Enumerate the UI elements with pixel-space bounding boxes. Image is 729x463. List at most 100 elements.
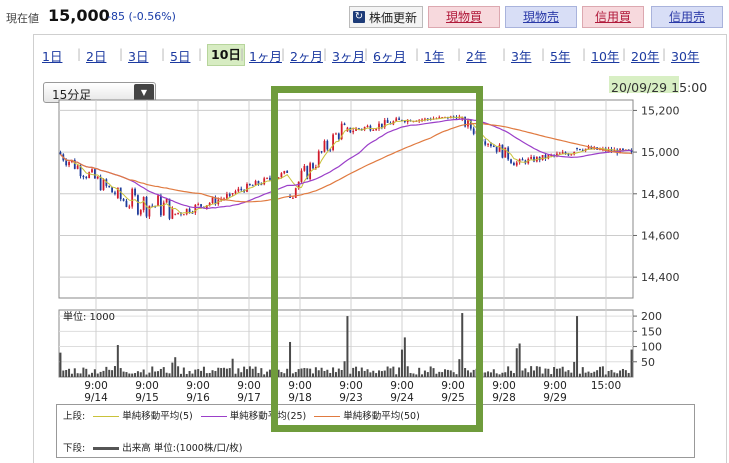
- volume-bar: [553, 367, 556, 377]
- volume-bar: [507, 366, 510, 377]
- volume-bar: [627, 372, 630, 377]
- candle-body: [65, 160, 68, 166]
- price-tick-label: 15,200: [641, 104, 680, 117]
- volume-tick-label: 100: [641, 341, 662, 354]
- candle-body: [82, 176, 85, 178]
- candle-body: [266, 177, 268, 179]
- volume-bar: [131, 373, 134, 377]
- volume-bar: [79, 373, 82, 377]
- volume-bar: [91, 372, 94, 377]
- price-tick-label: 14,800: [641, 188, 680, 201]
- volume-bar: [567, 370, 570, 377]
- volume-bar: [578, 373, 581, 377]
- volume-bar: [489, 372, 492, 377]
- volume-bar: [108, 369, 111, 377]
- candle-body: [246, 183, 248, 192]
- candle-body: [108, 185, 111, 188]
- candle-body: [88, 172, 91, 178]
- candle-body: [125, 200, 128, 207]
- candle-body: [225, 194, 228, 199]
- x-tick-date: 9/29: [543, 392, 567, 404]
- candle-body: [561, 152, 564, 154]
- volume-bar: [217, 367, 220, 377]
- volume-bar: [174, 357, 177, 377]
- x-tick-date: 9/15: [135, 392, 159, 404]
- price-tick-label: 15,000: [641, 146, 680, 159]
- volume-bar: [179, 373, 182, 377]
- volume-bar: [257, 372, 260, 377]
- candle-body: [68, 161, 70, 166]
- volume-bar: [220, 368, 223, 377]
- candle-body: [228, 194, 231, 196]
- volume-bar: [601, 366, 604, 377]
- volume-bar: [159, 368, 162, 377]
- candle-body: [579, 148, 581, 151]
- volume-bar: [487, 371, 490, 377]
- volume-bar: [544, 368, 547, 377]
- volume-bar: [254, 366, 257, 377]
- x-tick-date: 9/28: [492, 392, 516, 404]
- volume-bar: [93, 369, 96, 377]
- volume-bar: [76, 373, 79, 377]
- volume-bar: [498, 374, 501, 377]
- candle-body: [168, 198, 171, 219]
- x-tick-date: 9/17: [237, 392, 261, 404]
- candle-body: [510, 159, 512, 163]
- legend-ma5: 単純移動平均(5): [122, 411, 193, 422]
- volume-bar: [142, 369, 145, 377]
- candle-body: [119, 187, 122, 200]
- candle-body: [521, 159, 524, 161]
- candle-body: [576, 147, 578, 149]
- volume-bar: [62, 370, 65, 377]
- volume-bar: [484, 372, 487, 377]
- candle-body: [211, 197, 214, 204]
- volume-bar: [555, 368, 558, 377]
- candle-body: [111, 187, 113, 193]
- volume-bar: [584, 372, 587, 377]
- volume-bar: [621, 368, 624, 377]
- candle-body: [570, 154, 573, 156]
- volume-bar: [205, 373, 208, 377]
- candle-body: [501, 144, 504, 158]
- volume-bar: [604, 374, 607, 377]
- volume-bar: [573, 361, 576, 377]
- volume-bar: [581, 367, 584, 377]
- candle-body: [177, 212, 180, 214]
- candle-body: [541, 155, 544, 160]
- volume-bar: [547, 368, 550, 377]
- volume-bar: [82, 367, 85, 377]
- volume-bar: [518, 343, 521, 377]
- candle-body: [91, 169, 93, 173]
- price-tick-label: 14,600: [641, 229, 680, 242]
- volume-bar: [165, 372, 168, 377]
- candle-body: [495, 146, 498, 152]
- candle-body: [188, 208, 191, 213]
- volume-bar: [231, 358, 234, 377]
- ma5-swatch: [93, 416, 120, 417]
- volume-bar: [157, 371, 160, 377]
- candle-body: [200, 204, 202, 207]
- ma25-swatch: [200, 416, 227, 417]
- volume-bar: [541, 373, 544, 377]
- volume-bar: [122, 371, 125, 377]
- volume-unit-label: 単位: 1000: [63, 310, 115, 323]
- volume-bar: [162, 367, 165, 377]
- volume-bar: [607, 371, 610, 377]
- volume-bar: [202, 366, 205, 377]
- candle-body: [157, 195, 159, 207]
- candle-body: [512, 162, 515, 166]
- volume-bar: [59, 352, 62, 377]
- candle-body: [142, 196, 145, 211]
- x-tick-time: 9:00: [492, 380, 516, 392]
- volume-tick-label: 200: [641, 310, 662, 323]
- volume-bar: [182, 367, 185, 377]
- volume-bar: [561, 366, 564, 377]
- volume-bar: [550, 374, 553, 377]
- volume-bar: [576, 316, 579, 377]
- candle-body: [240, 188, 243, 191]
- volume-bar: [598, 366, 601, 377]
- candle-body: [134, 188, 136, 196]
- candle-body: [139, 210, 142, 215]
- volume-bar: [590, 372, 593, 377]
- candle-body: [93, 169, 96, 179]
